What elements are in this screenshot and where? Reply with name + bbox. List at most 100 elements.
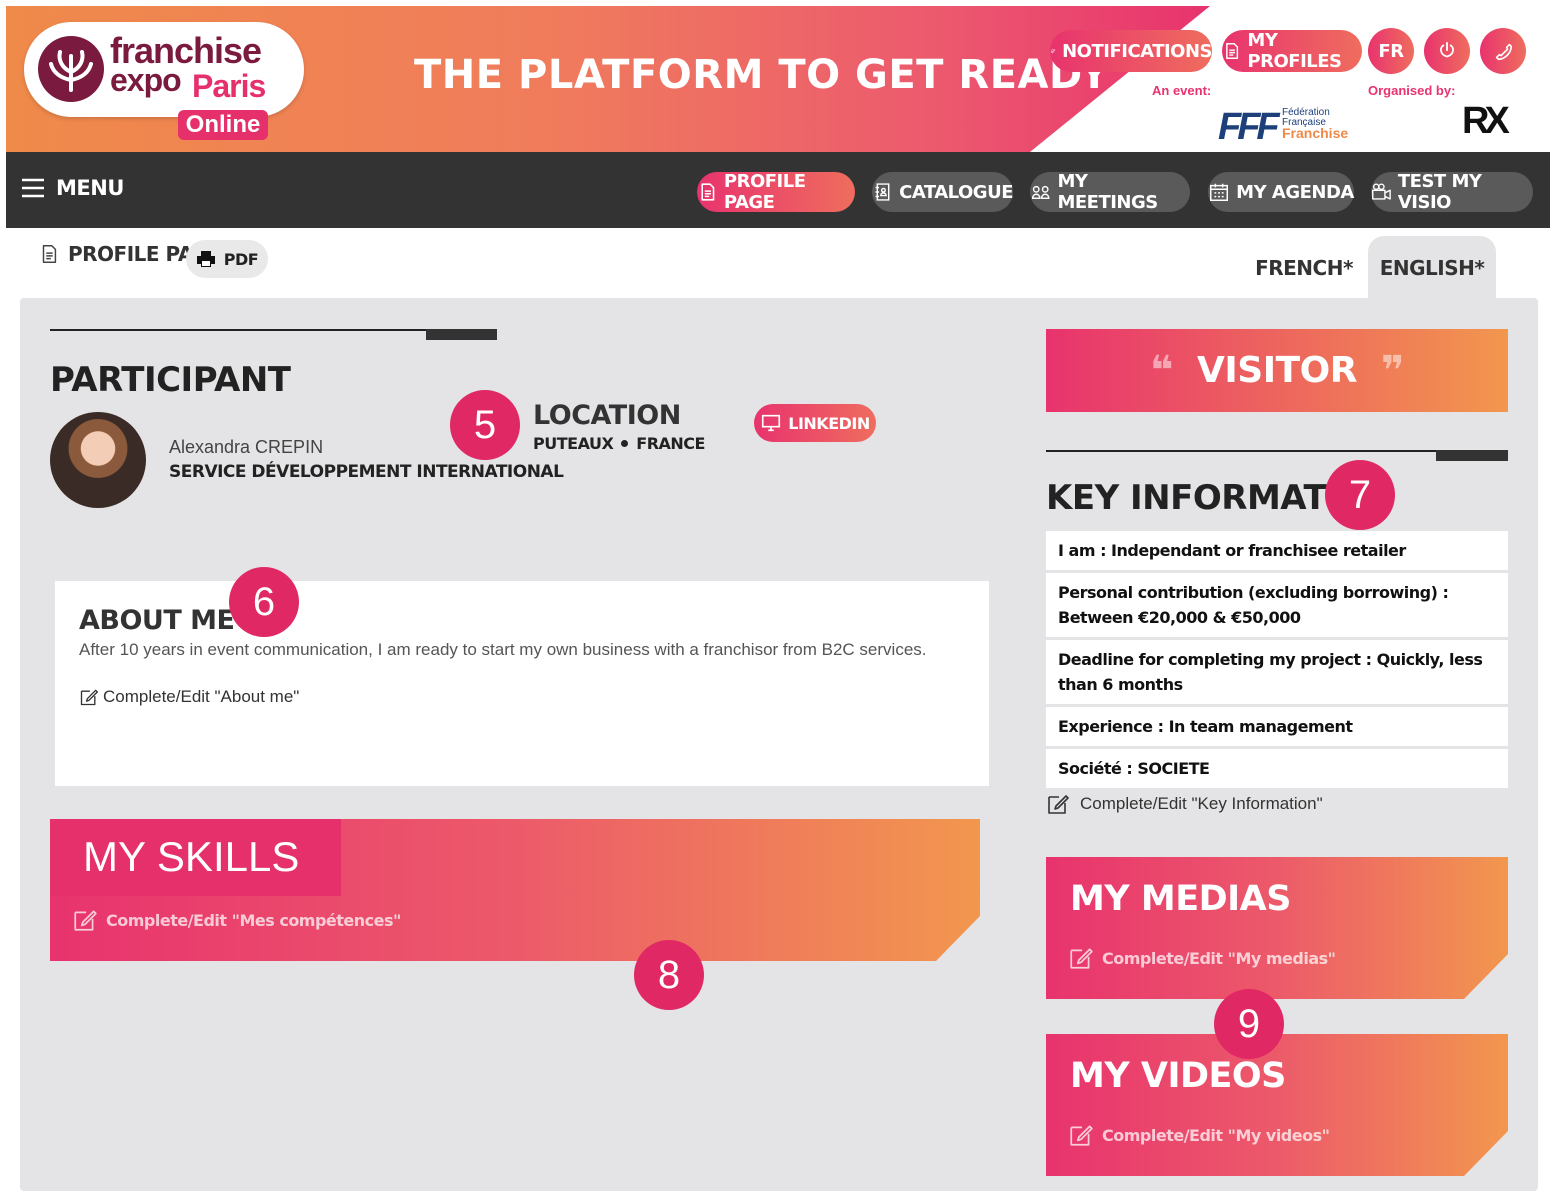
key-information-list: I am : Independant or franchisee retaile… <box>1046 531 1508 791</box>
users-icon <box>1031 185 1050 199</box>
callout-badge: 6 <box>229 567 299 637</box>
notifications-label: NOTIFICATIONS <box>1062 40 1212 62</box>
my-videos-edit-link[interactable]: Complete/Edit "My videos" <box>1068 1122 1330 1148</box>
key-info-row: Société : SOCIETE <box>1046 749 1508 788</box>
callout-badge: 8 <box>634 940 704 1010</box>
menu-button[interactable]: MENU <box>22 176 124 200</box>
my-profiles-button[interactable]: MY PROFILES <box>1222 30 1362 72</box>
visitor-banner: ❝ VISITOR ❞ <box>1046 329 1508 412</box>
nav-catalogue[interactable]: CATALOGUE <box>872 172 1013 212</box>
participant-department: SERVICE DÉVELOPPEMENT INTERNATIONAL <box>169 462 564 482</box>
about-me-edit-label: Complete/Edit "About me" <box>103 687 300 706</box>
power-icon <box>1440 41 1454 58</box>
fff-mark: FFF <box>1218 106 1280 148</box>
document-icon <box>1226 42 1239 60</box>
participant-heading: PARTICIPANT <box>50 360 291 400</box>
tree-logo-icon <box>38 36 104 102</box>
key-info-edit-label: Complete/Edit "Key Information" <box>1080 794 1323 813</box>
header-tagline: THE PLATFORM TO GET READY <box>414 52 1110 98</box>
bell-icon <box>1050 48 1056 54</box>
key-info-row: Deadline for completing my project : Qui… <box>1046 640 1508 704</box>
section-divider-accent <box>426 329 497 340</box>
monitor-icon <box>762 414 781 432</box>
open-quote-icon: ❝ <box>1150 347 1174 394</box>
about-me-card: ABOUT ME After 10 years in event communi… <box>55 581 989 786</box>
calendar-icon <box>1210 183 1229 201</box>
linkedin-label: LINKEDIN <box>788 413 870 433</box>
edit-icon <box>1070 1125 1093 1146</box>
callout-badge: 5 <box>450 390 520 460</box>
about-me-heading: ABOUT ME <box>79 605 235 636</box>
my-profiles-label: MY PROFILES <box>1247 30 1342 72</box>
my-medias-heading: MY MEDIAS <box>1070 879 1291 919</box>
contact-book-icon <box>875 183 890 201</box>
document-icon <box>42 245 57 263</box>
my-medias-edit-label: Complete/Edit "My medias" <box>1102 948 1336 968</box>
edit-icon <box>1048 795 1069 814</box>
key-info-edit-link[interactable]: Complete/Edit "Key Information" <box>1046 792 1323 816</box>
main-nav: MENU PROFILE PAGE CATALOGUE MY MEETINGS … <box>6 152 1550 228</box>
location-heading: LOCATION <box>533 400 681 431</box>
my-medias-edit-link[interactable]: Complete/Edit "My medias" <box>1068 945 1336 971</box>
nav-profile-page[interactable]: PROFILE PAGE <box>697 171 855 213</box>
nav-my-meetings-label: MY MEETINGS <box>1057 171 1158 213</box>
callout-badge: 9 <box>1214 989 1284 1059</box>
nav-my-agenda-label: MY AGENDA <box>1236 181 1354 203</box>
separator-dot <box>621 440 629 447</box>
nav-test-my-visio-label: TEST MY VISIO <box>1397 171 1482 213</box>
site-logo[interactable]: franchise expo Paris <box>24 22 304 117</box>
location-value: PUTEAUX FRANCE <box>533 434 705 453</box>
logo-online-badge: Online <box>178 110 268 140</box>
language-fr-label: FR <box>1378 40 1404 62</box>
avatar[interactable] <box>50 412 146 508</box>
printer-icon <box>196 251 215 267</box>
edit-icon <box>80 689 99 706</box>
logout-button[interactable] <box>1424 28 1470 74</box>
language-fr-button[interactable]: FR <box>1368 28 1414 74</box>
pdf-label: PDF <box>223 249 259 269</box>
fff-line3: Franchise <box>1282 125 1349 141</box>
event-label: An event: <box>1152 83 1212 98</box>
nav-catalogue-label: CATALOGUE <box>899 181 1013 203</box>
key-info-row: I am : Independant or franchisee retaile… <box>1046 531 1508 570</box>
menu-label: MENU <box>56 176 124 200</box>
edit-icon <box>1070 948 1093 969</box>
video-camera-icon <box>1372 183 1391 200</box>
location-country: FRANCE <box>636 434 705 453</box>
tab-french[interactable]: FRENCH* <box>1248 236 1360 300</box>
location-city: PUTEAUX <box>533 434 614 453</box>
header-banner: franchise expo Paris Online THE PLATFORM… <box>6 6 1550 152</box>
pdf-button[interactable]: PDF <box>186 240 268 278</box>
visitor-label: VISITOR <box>1197 350 1357 391</box>
nav-profile-page-label: PROFILE PAGE <box>723 171 806 213</box>
my-videos-heading: MY VIDEOS <box>1070 1056 1286 1096</box>
callout-badge: 7 <box>1325 460 1395 530</box>
key-info-row: Experience : In team management <box>1046 707 1508 746</box>
phone-icon <box>1495 43 1513 61</box>
participant-name: Alexandra CREPIN <box>169 437 324 457</box>
about-me-edit-link[interactable]: Complete/Edit "About me" <box>79 687 299 707</box>
phone-button[interactable] <box>1480 28 1526 74</box>
about-me-text: After 10 years in event communication, I… <box>79 640 927 659</box>
close-quote-icon: ❞ <box>1380 347 1404 394</box>
nav-my-agenda[interactable]: MY AGENDA <box>1208 172 1354 212</box>
organised-label: Organised by: <box>1368 83 1456 98</box>
hamburger-icon <box>22 178 44 198</box>
my-skills-edit-label: Complete/Edit "Mes compétences" <box>106 910 401 930</box>
my-medias-card: MY MEDIAS Complete/Edit "My medias" <box>1046 857 1508 999</box>
my-skills-edit-link[interactable]: Complete/Edit "Mes compétences" <box>72 907 401 933</box>
nav-test-my-visio[interactable]: TEST MY VISIO <box>1371 171 1533 213</box>
key-info-row: Personal contribution (excluding borrowi… <box>1046 573 1508 637</box>
logo-text-paris: Paris <box>192 68 266 104</box>
notifications-button[interactable]: NOTIFICATIONS <box>1050 30 1212 72</box>
edit-icon <box>74 910 97 931</box>
fff-logo: FFF Fédération Française Franchise <box>1218 106 1358 148</box>
rx-logo: RX <box>1462 100 1510 142</box>
linkedin-button[interactable]: LINKEDIN <box>754 404 876 442</box>
tab-english[interactable]: ENGLISH* <box>1368 236 1496 300</box>
my-videos-edit-label: Complete/Edit "My videos" <box>1102 1125 1330 1145</box>
my-skills-heading: MY SKILLS <box>83 833 300 880</box>
nav-my-meetings[interactable]: MY MEETINGS <box>1030 171 1190 213</box>
document-icon <box>701 183 715 201</box>
key-info-divider-accent <box>1436 450 1508 461</box>
